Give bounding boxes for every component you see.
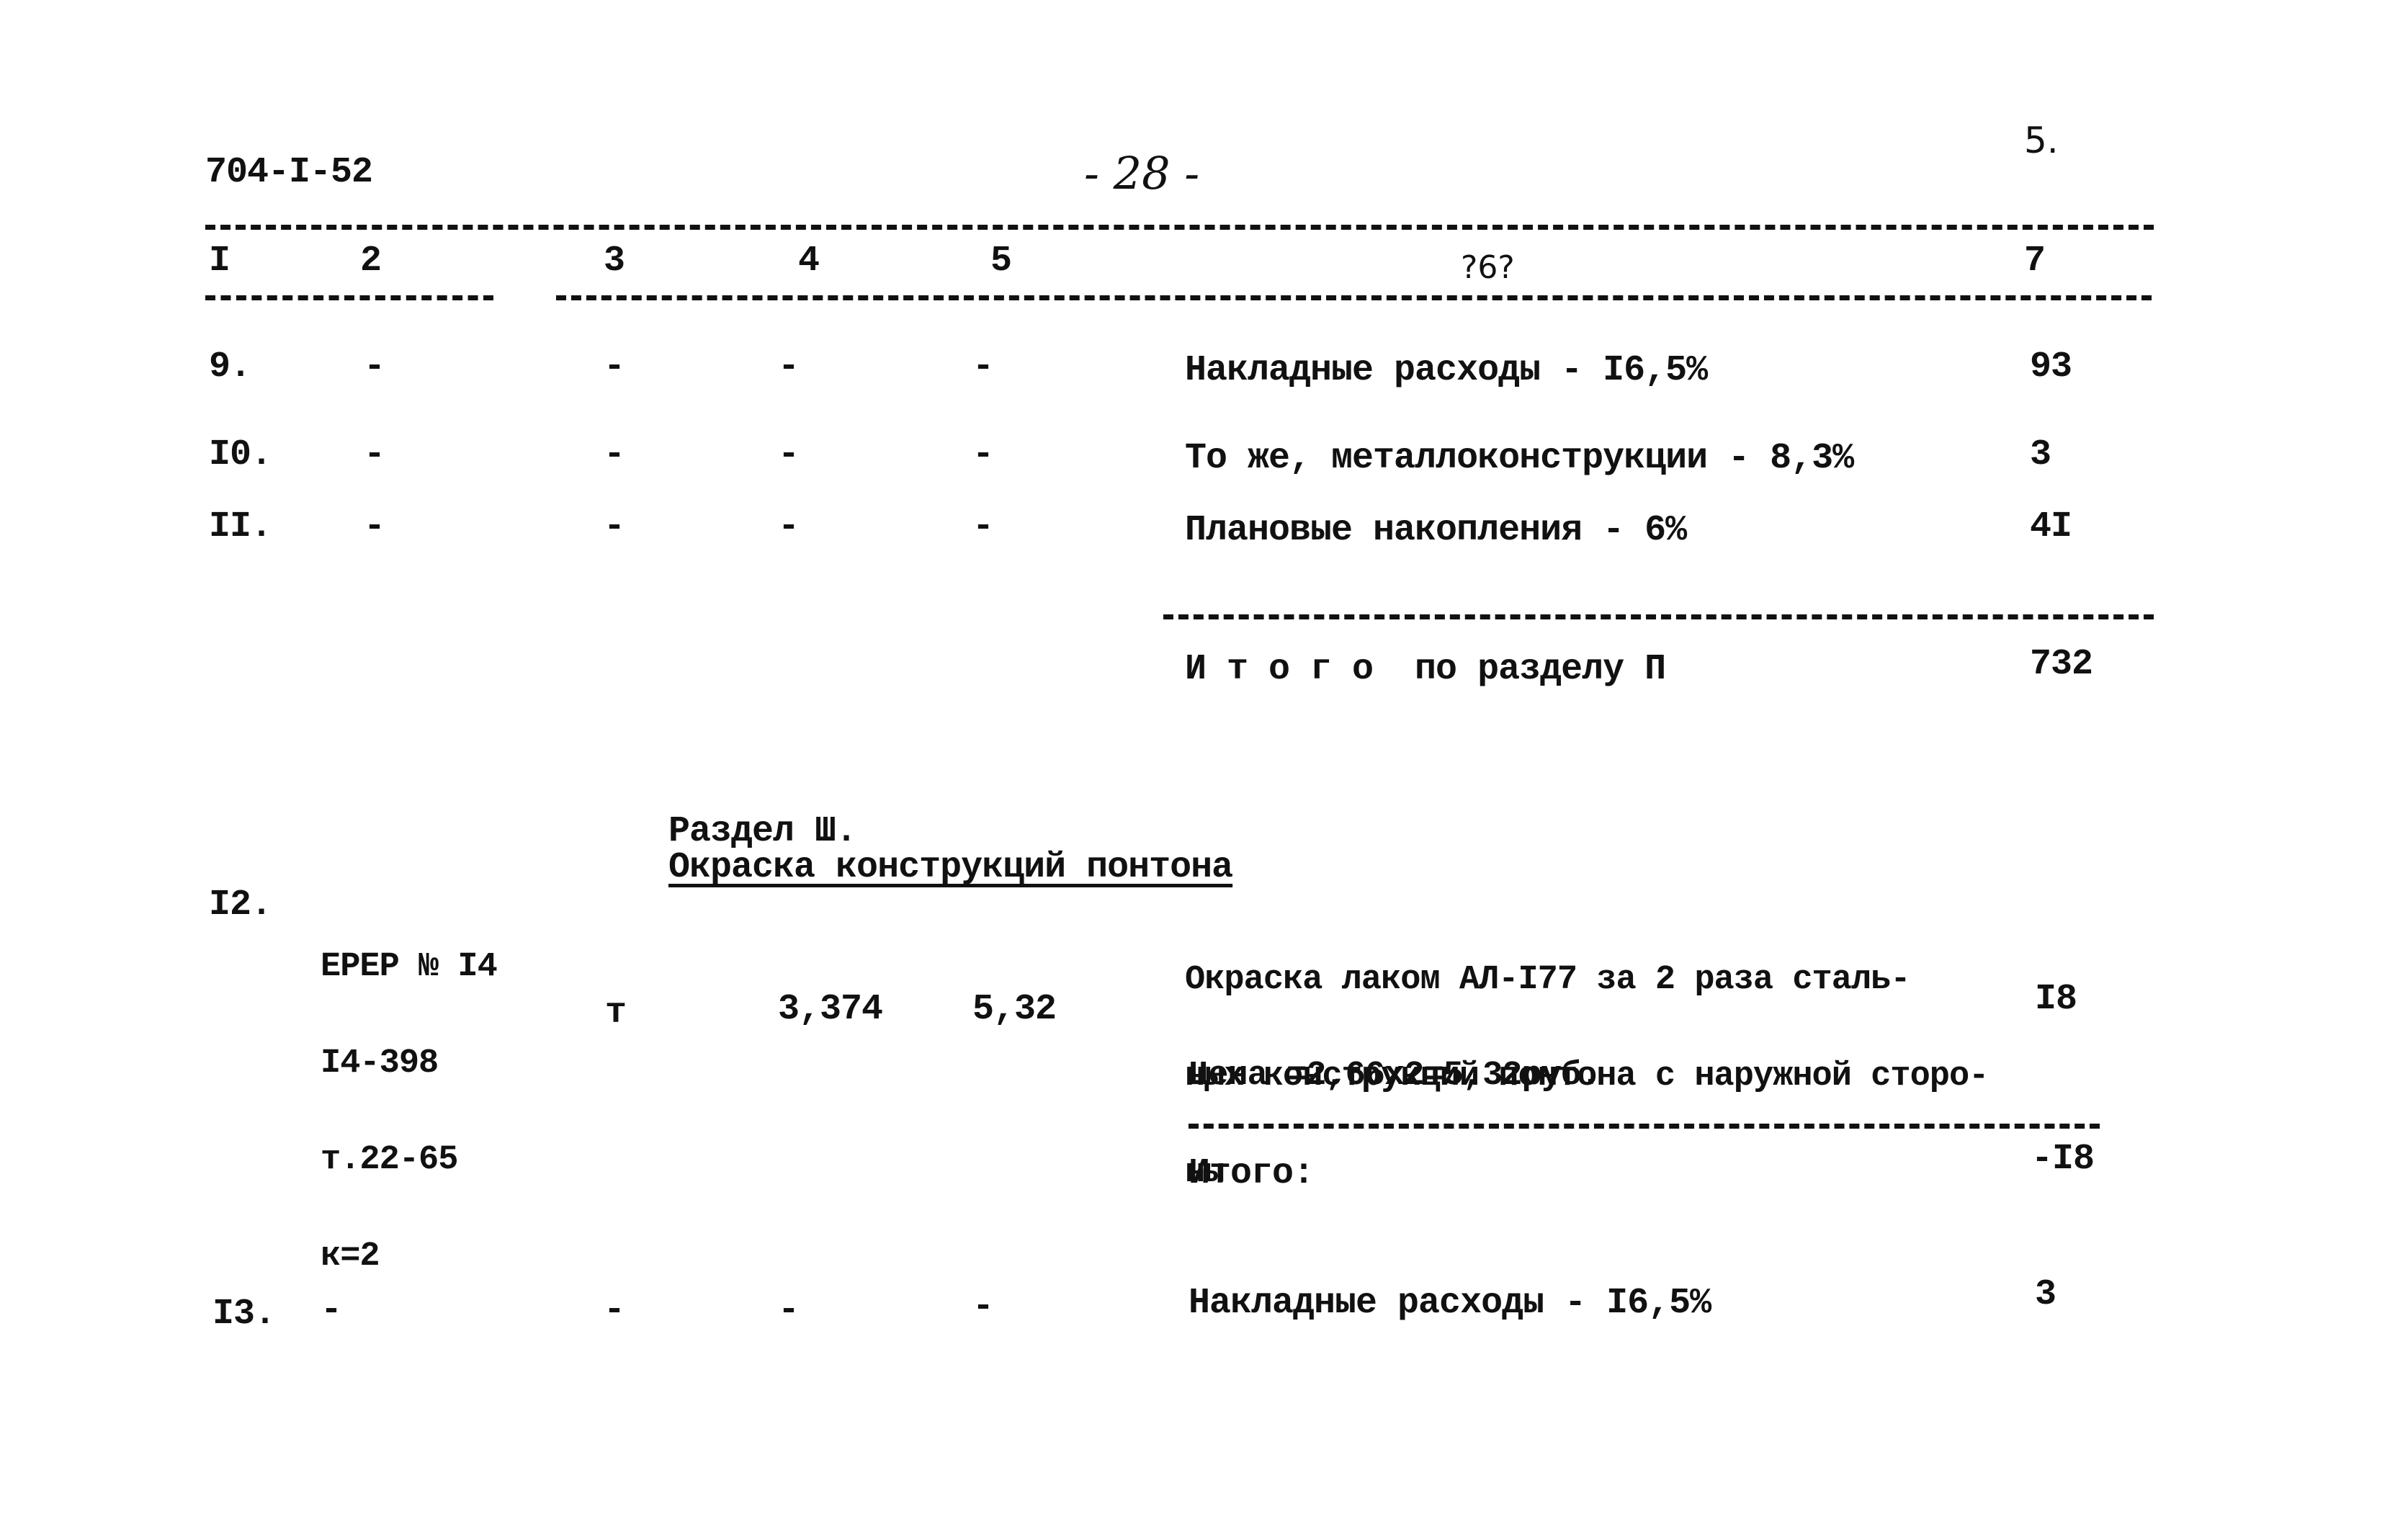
row-value: 93 [2030, 346, 2072, 388]
quantity: 3,374 [778, 989, 883, 1030]
cell-col4: - [778, 434, 800, 475]
cell-col4: - [778, 506, 800, 547]
section-total-value: 732 [2030, 644, 2093, 685]
row-value: I8 [2035, 979, 2077, 1020]
cell-col2: - [321, 1290, 342, 1331]
page-number: - 28 - [1084, 147, 1200, 200]
cell-col3: - [604, 506, 625, 547]
row-number: 9. [209, 346, 251, 388]
cell-col3: - [604, 1290, 625, 1331]
header-top-rule [205, 225, 2154, 230]
header-bottom-rule-left [205, 295, 493, 300]
row-value: 4I [2030, 506, 2072, 547]
ref-line: т.22-65 [321, 1141, 458, 1180]
row-number: II. [209, 506, 272, 547]
column-header-1: I [209, 241, 230, 282]
subtotal-value: -I8 [2031, 1139, 2095, 1180]
row-number: I2. [209, 884, 272, 926]
desc-line: Окраска лаком АЛ-I77 за 2 раза сталь- [1185, 961, 1911, 1000]
section-total-label: И т о г о по разделу П [1185, 649, 1666, 690]
row-value: 3 [2035, 1274, 2056, 1315]
subtotal-rule [1189, 1124, 2100, 1129]
cell-col4: - [778, 1290, 800, 1331]
ref-line: I4-398 [321, 1044, 439, 1083]
column-header-2: 2 [360, 241, 382, 282]
column-header-6: ?6? [1461, 249, 1515, 286]
ref-line: к=2 [321, 1237, 380, 1276]
price-note: Цена =2,66х2=5,32руб. [1189, 1057, 1601, 1095]
subtotal-label: Итого: [1189, 1153, 1315, 1194]
row-number: I3. [212, 1294, 276, 1335]
row-description: Плановые накопления - 6% [1185, 510, 1687, 551]
row-description: Накладные расходы - I6,5% [1189, 1283, 1711, 1324]
cell-col3: - [604, 434, 625, 475]
column-header-3: 3 [604, 241, 625, 282]
column-header-4: 4 [798, 241, 820, 282]
header-bottom-rule-right [556, 295, 2152, 300]
section-heading: Раздел Ш. Окраска конструкций понтона [627, 778, 1233, 888]
sheet-number: 5. [2024, 120, 2059, 161]
cell-col2: - [364, 346, 385, 388]
unit-price: 5,32 [972, 989, 1057, 1030]
row-description: То же, металлоконструкции - 8,3% [1185, 438, 1854, 479]
document-code: 704-I-52 [205, 152, 373, 193]
ref-line: ЕРЕР № I4 [321, 948, 498, 987]
cell-col4: - [778, 346, 800, 388]
column-header-5: 5 [990, 241, 1012, 282]
column-header-7: 7 [2024, 241, 2046, 282]
cell-col2: - [364, 506, 385, 547]
cell-col3: - [604, 346, 625, 388]
total-rule [1163, 614, 2154, 619]
row-number: I0. [209, 434, 272, 475]
cell-col5: - [972, 346, 994, 388]
cell-col5: - [972, 1286, 994, 1327]
cell-col5: - [972, 434, 994, 475]
section-title: Окраска конструкций понтона [668, 847, 1233, 888]
row-value: 3 [2030, 434, 2051, 475]
section-prefix: Раздел Ш. [668, 811, 857, 852]
cell-col5: - [972, 506, 994, 547]
unit: т [605, 993, 627, 1034]
cell-col2: - [364, 434, 385, 475]
norm-reference: ЕРЕР № I4 I4-398 т.22-65 к=2 [321, 887, 498, 1338]
row-description: Накладные расходы - I6,5% [1185, 350, 1708, 391]
